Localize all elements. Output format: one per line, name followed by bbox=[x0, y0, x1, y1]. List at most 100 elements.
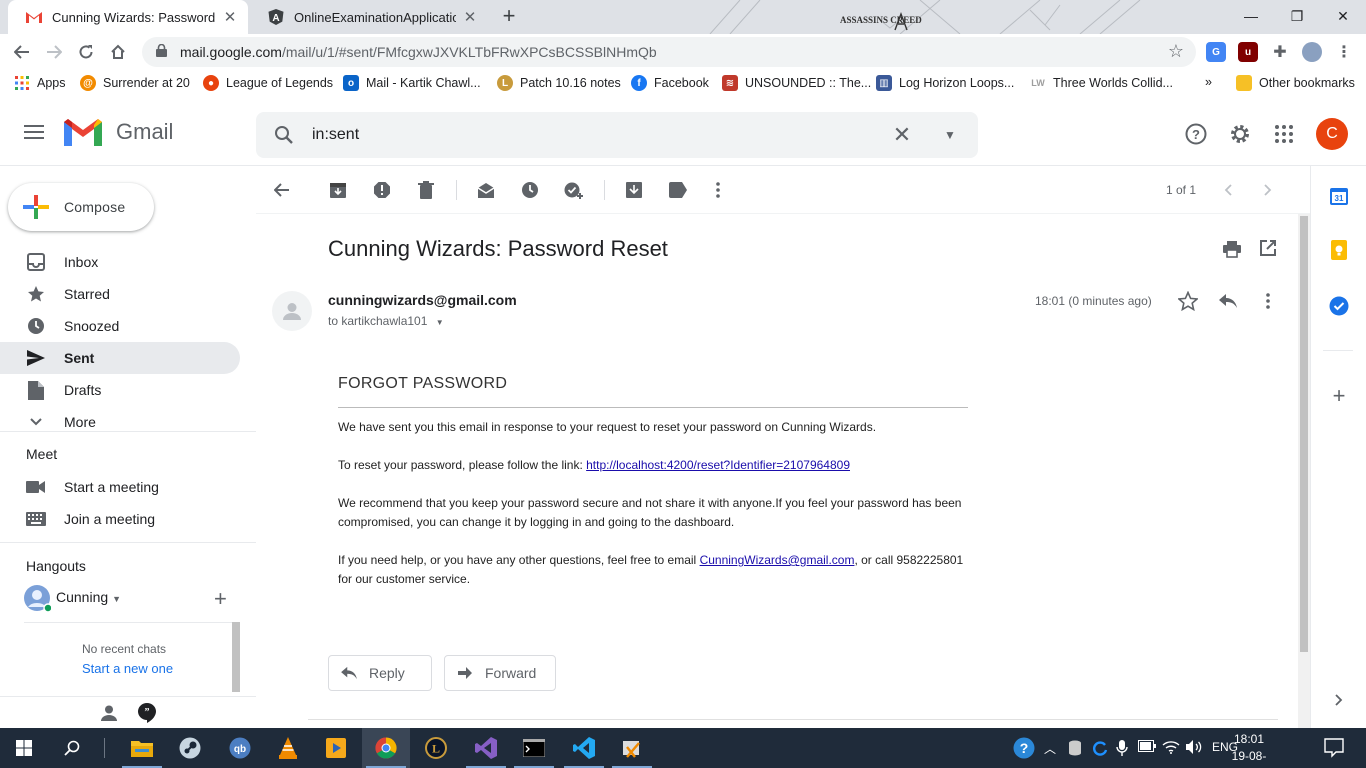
google-apps-icon[interactable] bbox=[1272, 122, 1296, 146]
older-chevron-right-icon[interactable] bbox=[1258, 180, 1278, 200]
wifi-icon[interactable] bbox=[1162, 740, 1180, 757]
main-menu-icon[interactable] bbox=[24, 125, 44, 139]
move-to-icon[interactable] bbox=[624, 180, 644, 200]
microphone-icon[interactable] bbox=[1116, 740, 1128, 759]
tasks-icon[interactable] bbox=[1329, 296, 1349, 316]
address-bar[interactable]: mail.google.com/mail/u/1/#sent/FMfcgxwJX… bbox=[142, 37, 1196, 67]
tray-chevron-up-icon[interactable]: ︿ bbox=[1044, 740, 1056, 757]
hangouts-scrollbar[interactable] bbox=[232, 622, 240, 692]
battery-icon[interactable] bbox=[1138, 740, 1156, 755]
reply-button[interactable]: Reply bbox=[328, 655, 432, 691]
terminal-icon[interactable] bbox=[510, 728, 558, 768]
report-spam-icon[interactable] bbox=[372, 180, 392, 200]
reply-arrow-icon[interactable] bbox=[1218, 293, 1238, 314]
add-contact-plus-icon[interactable]: + bbox=[214, 586, 227, 612]
reload-button[interactable] bbox=[72, 38, 100, 66]
bookmark-apps[interactable]: Apps bbox=[14, 75, 66, 91]
nav-drafts[interactable]: Drafts bbox=[0, 374, 240, 406]
vscode-icon[interactable] bbox=[560, 728, 608, 768]
join-meeting-link[interactable]: Join a meeting bbox=[0, 503, 256, 535]
bookmark-three-worlds[interactable]: LW Three Worlds Collid... bbox=[1030, 75, 1173, 91]
file-explorer-icon[interactable] bbox=[118, 728, 166, 768]
newer-chevron-left-icon[interactable] bbox=[1218, 180, 1238, 200]
archive-icon[interactable] bbox=[328, 180, 348, 200]
search-input[interactable]: in:sent bbox=[312, 126, 882, 144]
new-tab-button[interactable]: + bbox=[496, 5, 522, 29]
tools-app-icon[interactable] bbox=[608, 728, 656, 768]
profile-avatar-icon[interactable] bbox=[1302, 42, 1322, 62]
print-icon[interactable] bbox=[1223, 240, 1241, 263]
mark-unread-icon[interactable] bbox=[476, 180, 496, 200]
recipient-details-caret-icon[interactable]: ▼ bbox=[436, 318, 444, 327]
compose-button[interactable]: Compose bbox=[8, 183, 154, 231]
chrome-taskbar-icon[interactable] bbox=[362, 728, 410, 768]
vlc-icon[interactable] bbox=[264, 728, 312, 768]
visual-studio-icon[interactable] bbox=[462, 728, 510, 768]
nav-sent[interactable]: Sent bbox=[0, 342, 240, 374]
hangouts-user-name[interactable]: Cunning ▼ bbox=[56, 589, 121, 605]
hangouts-user-avatar[interactable] bbox=[23, 584, 53, 613]
forward-button[interactable]: Forward bbox=[444, 655, 556, 691]
hangouts-quote-icon[interactable]: ” bbox=[138, 703, 156, 728]
nav-more[interactable]: More bbox=[0, 406, 240, 438]
home-button[interactable] bbox=[104, 38, 132, 66]
label-tag-icon[interactable] bbox=[668, 180, 688, 200]
tab-online-exam[interactable]: A OnlineExaminationApplication ✕ bbox=[250, 0, 488, 34]
close-icon[interactable]: ✕ bbox=[462, 8, 478, 26]
back-button[interactable] bbox=[8, 38, 36, 66]
tab-gmail[interactable]: Cunning Wizards: Password Rese ✕ bbox=[8, 0, 248, 34]
bookmark-patch-notes[interactable]: L Patch 10.16 notes bbox=[497, 75, 621, 91]
get-addons-plus-icon[interactable]: + bbox=[1329, 383, 1349, 408]
search-bar[interactable]: in:sent ✕ ▼ bbox=[256, 112, 978, 158]
window-close-button[interactable]: ✕ bbox=[1320, 0, 1366, 32]
star-message-icon[interactable] bbox=[1177, 290, 1199, 316]
browser-menu-icon[interactable]: ⋮ bbox=[1334, 42, 1354, 62]
windows-start-icon[interactable] bbox=[0, 728, 48, 768]
help-icon[interactable]: ? bbox=[1184, 122, 1208, 146]
open-new-window-icon[interactable] bbox=[1260, 240, 1276, 261]
bookmark-surrender-at-20[interactable]: @ Surrender at 20 bbox=[80, 75, 190, 91]
add-to-tasks-icon[interactable] bbox=[564, 180, 584, 200]
maximize-button[interactable]: ❐ bbox=[1274, 0, 1320, 32]
message-more-options-icon[interactable] bbox=[1266, 293, 1270, 314]
taskbar-clock[interactable]: 18:01 19-08-2020 bbox=[1221, 731, 1277, 768]
nav-inbox[interactable]: Inbox bbox=[0, 246, 240, 278]
bookmark-league-of-legends[interactable]: ● League of Legends bbox=[203, 75, 333, 91]
bookmark-log-horizon[interactable]: ▥ Log Horizon Loops... bbox=[876, 75, 1014, 91]
volume-icon[interactable] bbox=[1186, 740, 1204, 757]
search-icon[interactable] bbox=[256, 125, 312, 145]
search-icon[interactable] bbox=[48, 728, 96, 768]
more-options-vertical-icon[interactable] bbox=[708, 180, 728, 200]
gmail-logo[interactable]: Gmail bbox=[64, 118, 173, 146]
notifications-icon[interactable] bbox=[1324, 738, 1344, 763]
extensions-puzzle-icon[interactable]: ✚ bbox=[1270, 42, 1290, 62]
minimize-button[interactable]: — bbox=[1228, 0, 1274, 32]
snooze-clock-icon[interactable] bbox=[520, 180, 540, 200]
main-scrollbar[interactable] bbox=[1298, 214, 1310, 728]
expand-panel-chevron-icon[interactable] bbox=[1329, 690, 1349, 710]
bookmarks-overflow-button[interactable]: » bbox=[1205, 75, 1212, 89]
clear-search-icon[interactable]: ✕ bbox=[882, 122, 922, 148]
keep-icon[interactable] bbox=[1329, 240, 1349, 260]
help-tray-icon[interactable]: ? bbox=[1013, 737, 1035, 764]
back-to-sent-arrow-icon[interactable] bbox=[272, 180, 292, 200]
close-icon[interactable]: ✕ bbox=[222, 8, 238, 26]
start-meeting-link[interactable]: Start a meeting bbox=[0, 471, 256, 503]
search-options-dropdown-icon[interactable]: ▼ bbox=[922, 128, 978, 142]
support-email-link[interactable]: CunningWizards@gmail.com bbox=[700, 553, 855, 567]
bookmark-facebook[interactable]: f Facebook bbox=[631, 75, 709, 91]
delete-trash-icon[interactable] bbox=[416, 180, 436, 200]
bookmark-star-icon[interactable]: ☆ bbox=[1168, 41, 1184, 62]
scrollbar-thumb[interactable] bbox=[1300, 216, 1308, 652]
bookmark-mail-kartik[interactable]: o Mail - Kartik Chawl... bbox=[343, 75, 481, 91]
calendar-icon[interactable]: 31 bbox=[1329, 186, 1349, 206]
steam-icon[interactable] bbox=[166, 728, 214, 768]
tray-sync-icon[interactable] bbox=[1092, 740, 1108, 759]
media-player-icon[interactable] bbox=[312, 728, 360, 768]
nav-snoozed[interactable]: Snoozed bbox=[0, 310, 240, 342]
start-new-chat-link[interactable]: Start a new one bbox=[82, 661, 173, 676]
translate-extension-icon[interactable]: G bbox=[1206, 42, 1226, 62]
bookmark-unsounded[interactable]: ≋ UNSOUNDED :: The... bbox=[722, 75, 871, 91]
reset-password-link[interactable]: http://localhost:4200/reset?Identifier=2… bbox=[586, 458, 850, 472]
tray-database-icon[interactable] bbox=[1068, 740, 1082, 759]
